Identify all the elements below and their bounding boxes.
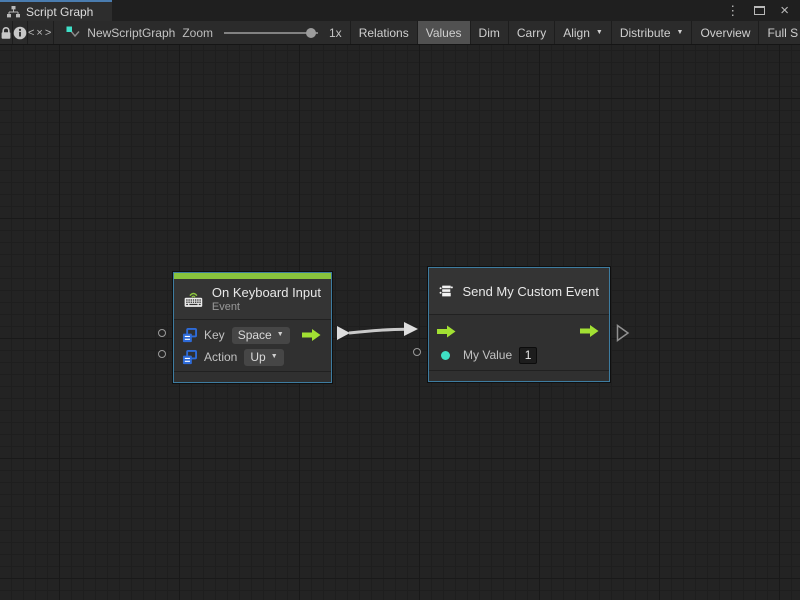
chevron-down-icon: ▼ — [677, 29, 684, 36]
button-label: Overview — [700, 26, 750, 40]
toolbar-button-fullscreen[interactable]: Full S — [759, 21, 800, 44]
toolbar-button-carry[interactable]: Carry — [509, 21, 555, 44]
node-footer — [174, 371, 331, 382]
unconnected-trigger-triangle[interactable] — [616, 324, 630, 342]
toolbar-button-values[interactable]: Values — [418, 21, 471, 44]
node-subtitle: Event — [212, 301, 321, 313]
unconnected-port-circle[interactable] — [158, 350, 166, 358]
node-body: My Value — [429, 315, 609, 370]
window-menu-icon[interactable]: ⋮ — [726, 4, 739, 17]
toolbar-button-overview[interactable]: Overview — [692, 21, 759, 44]
value-port-dot[interactable] — [441, 351, 450, 360]
toolbar-button-dim[interactable]: Dim — [471, 21, 509, 44]
chevron-down-icon: ▼ — [596, 29, 603, 36]
node-title: Send My Custom Event — [462, 284, 599, 299]
unconnected-port-circle[interactable] — [413, 348, 421, 356]
action-dropdown-value: Up — [250, 350, 265, 364]
node-header[interactable]: On Keyboard Input Event — [174, 279, 331, 320]
trigger-output-port[interactable] — [302, 329, 321, 342]
close-icon[interactable]: × — [780, 3, 789, 18]
code-view-button[interactable]: <×> — [28, 21, 54, 44]
chevron-down-icon: ▼ — [271, 353, 278, 360]
button-label: Dim — [479, 26, 500, 40]
value-literal-icon — [182, 328, 197, 343]
button-label: Distribute — [620, 26, 671, 40]
zoom-level-value: 1x — [329, 26, 342, 40]
node-footer — [429, 370, 609, 381]
toolbar-button-align[interactable]: Align ▼ — [555, 21, 612, 44]
graph-hierarchy-icon — [7, 6, 20, 18]
key-dropdown[interactable]: Space ▼ — [232, 327, 290, 344]
script-graph-asset-icon — [66, 26, 80, 40]
zoom-label: Zoom — [182, 26, 213, 40]
node-send-my-custom-event[interactable]: Send My Custom Event My Value — [428, 267, 610, 382]
graph-canvas[interactable]: On Keyboard Input Event Key Space ▼ — [0, 45, 800, 600]
key-dropdown-value: Space — [238, 328, 272, 342]
port-row-key: Key Space ▼ — [182, 324, 323, 346]
unconnected-port-circle[interactable] — [158, 329, 166, 337]
flow-arrow-icon — [580, 325, 599, 338]
node-body: Key Space ▼ Action — [174, 320, 331, 371]
maximize-icon[interactable] — [754, 6, 765, 15]
lock-button[interactable] — [0, 21, 13, 44]
node-header[interactable]: Send My Custom Event — [429, 268, 609, 315]
action-dropdown[interactable]: Up ▼ — [244, 349, 283, 366]
value-literal-icon — [182, 350, 197, 365]
button-label: Align — [563, 26, 590, 40]
window-titlebar: Script Graph ⋮ × — [0, 0, 800, 21]
port-row-trigger — [437, 319, 601, 343]
info-icon — [13, 26, 27, 40]
graph-name-label[interactable]: NewScriptGraph — [87, 26, 175, 40]
connection-wire[interactable] — [330, 320, 425, 350]
port-row-my-value: My Value — [437, 343, 601, 367]
lock-icon — [0, 26, 12, 40]
zoom-slider-handle[interactable] — [306, 28, 316, 38]
node-on-keyboard-input[interactable]: On Keyboard Input Event Key Space ▼ — [173, 272, 332, 383]
custom-event-icon — [439, 278, 453, 304]
my-value-input[interactable] — [519, 347, 537, 364]
button-label: Relations — [359, 26, 409, 40]
tab-title: Script Graph — [26, 5, 93, 19]
trigger-output-port[interactable] — [580, 325, 599, 338]
port-label-key: Key — [204, 328, 225, 342]
button-label: Full S — [767, 26, 798, 40]
info-button[interactable] — [13, 21, 28, 44]
port-label-my-value: My Value — [463, 348, 512, 362]
keyboard-icon — [184, 286, 203, 312]
trigger-input-port[interactable] — [437, 325, 456, 338]
button-label: Values — [426, 26, 462, 40]
toolbar-button-distribute[interactable]: Distribute ▼ — [612, 21, 693, 44]
zoom-slider[interactable] — [224, 27, 318, 39]
toolbar-button-relations[interactable]: Relations — [351, 21, 418, 44]
tab-script-graph[interactable]: Script Graph — [0, 0, 112, 21]
flow-arrow-icon — [302, 329, 321, 342]
graph-info-zone: NewScriptGraph Zoom 1x — [54, 21, 350, 44]
port-label-action: Action — [204, 350, 237, 364]
code-view-icon: <×> — [28, 27, 53, 39]
port-row-action: Action Up ▼ — [182, 346, 323, 368]
node-title: On Keyboard Input — [212, 285, 321, 300]
chevron-down-icon: ▼ — [277, 331, 284, 338]
flow-arrow-icon — [437, 325, 456, 338]
graph-toolbar: <×> NewScriptGraph Zoom 1x Relations Val… — [0, 21, 800, 45]
zoom-slider-track[interactable] — [224, 32, 318, 34]
button-label: Carry — [517, 26, 546, 40]
